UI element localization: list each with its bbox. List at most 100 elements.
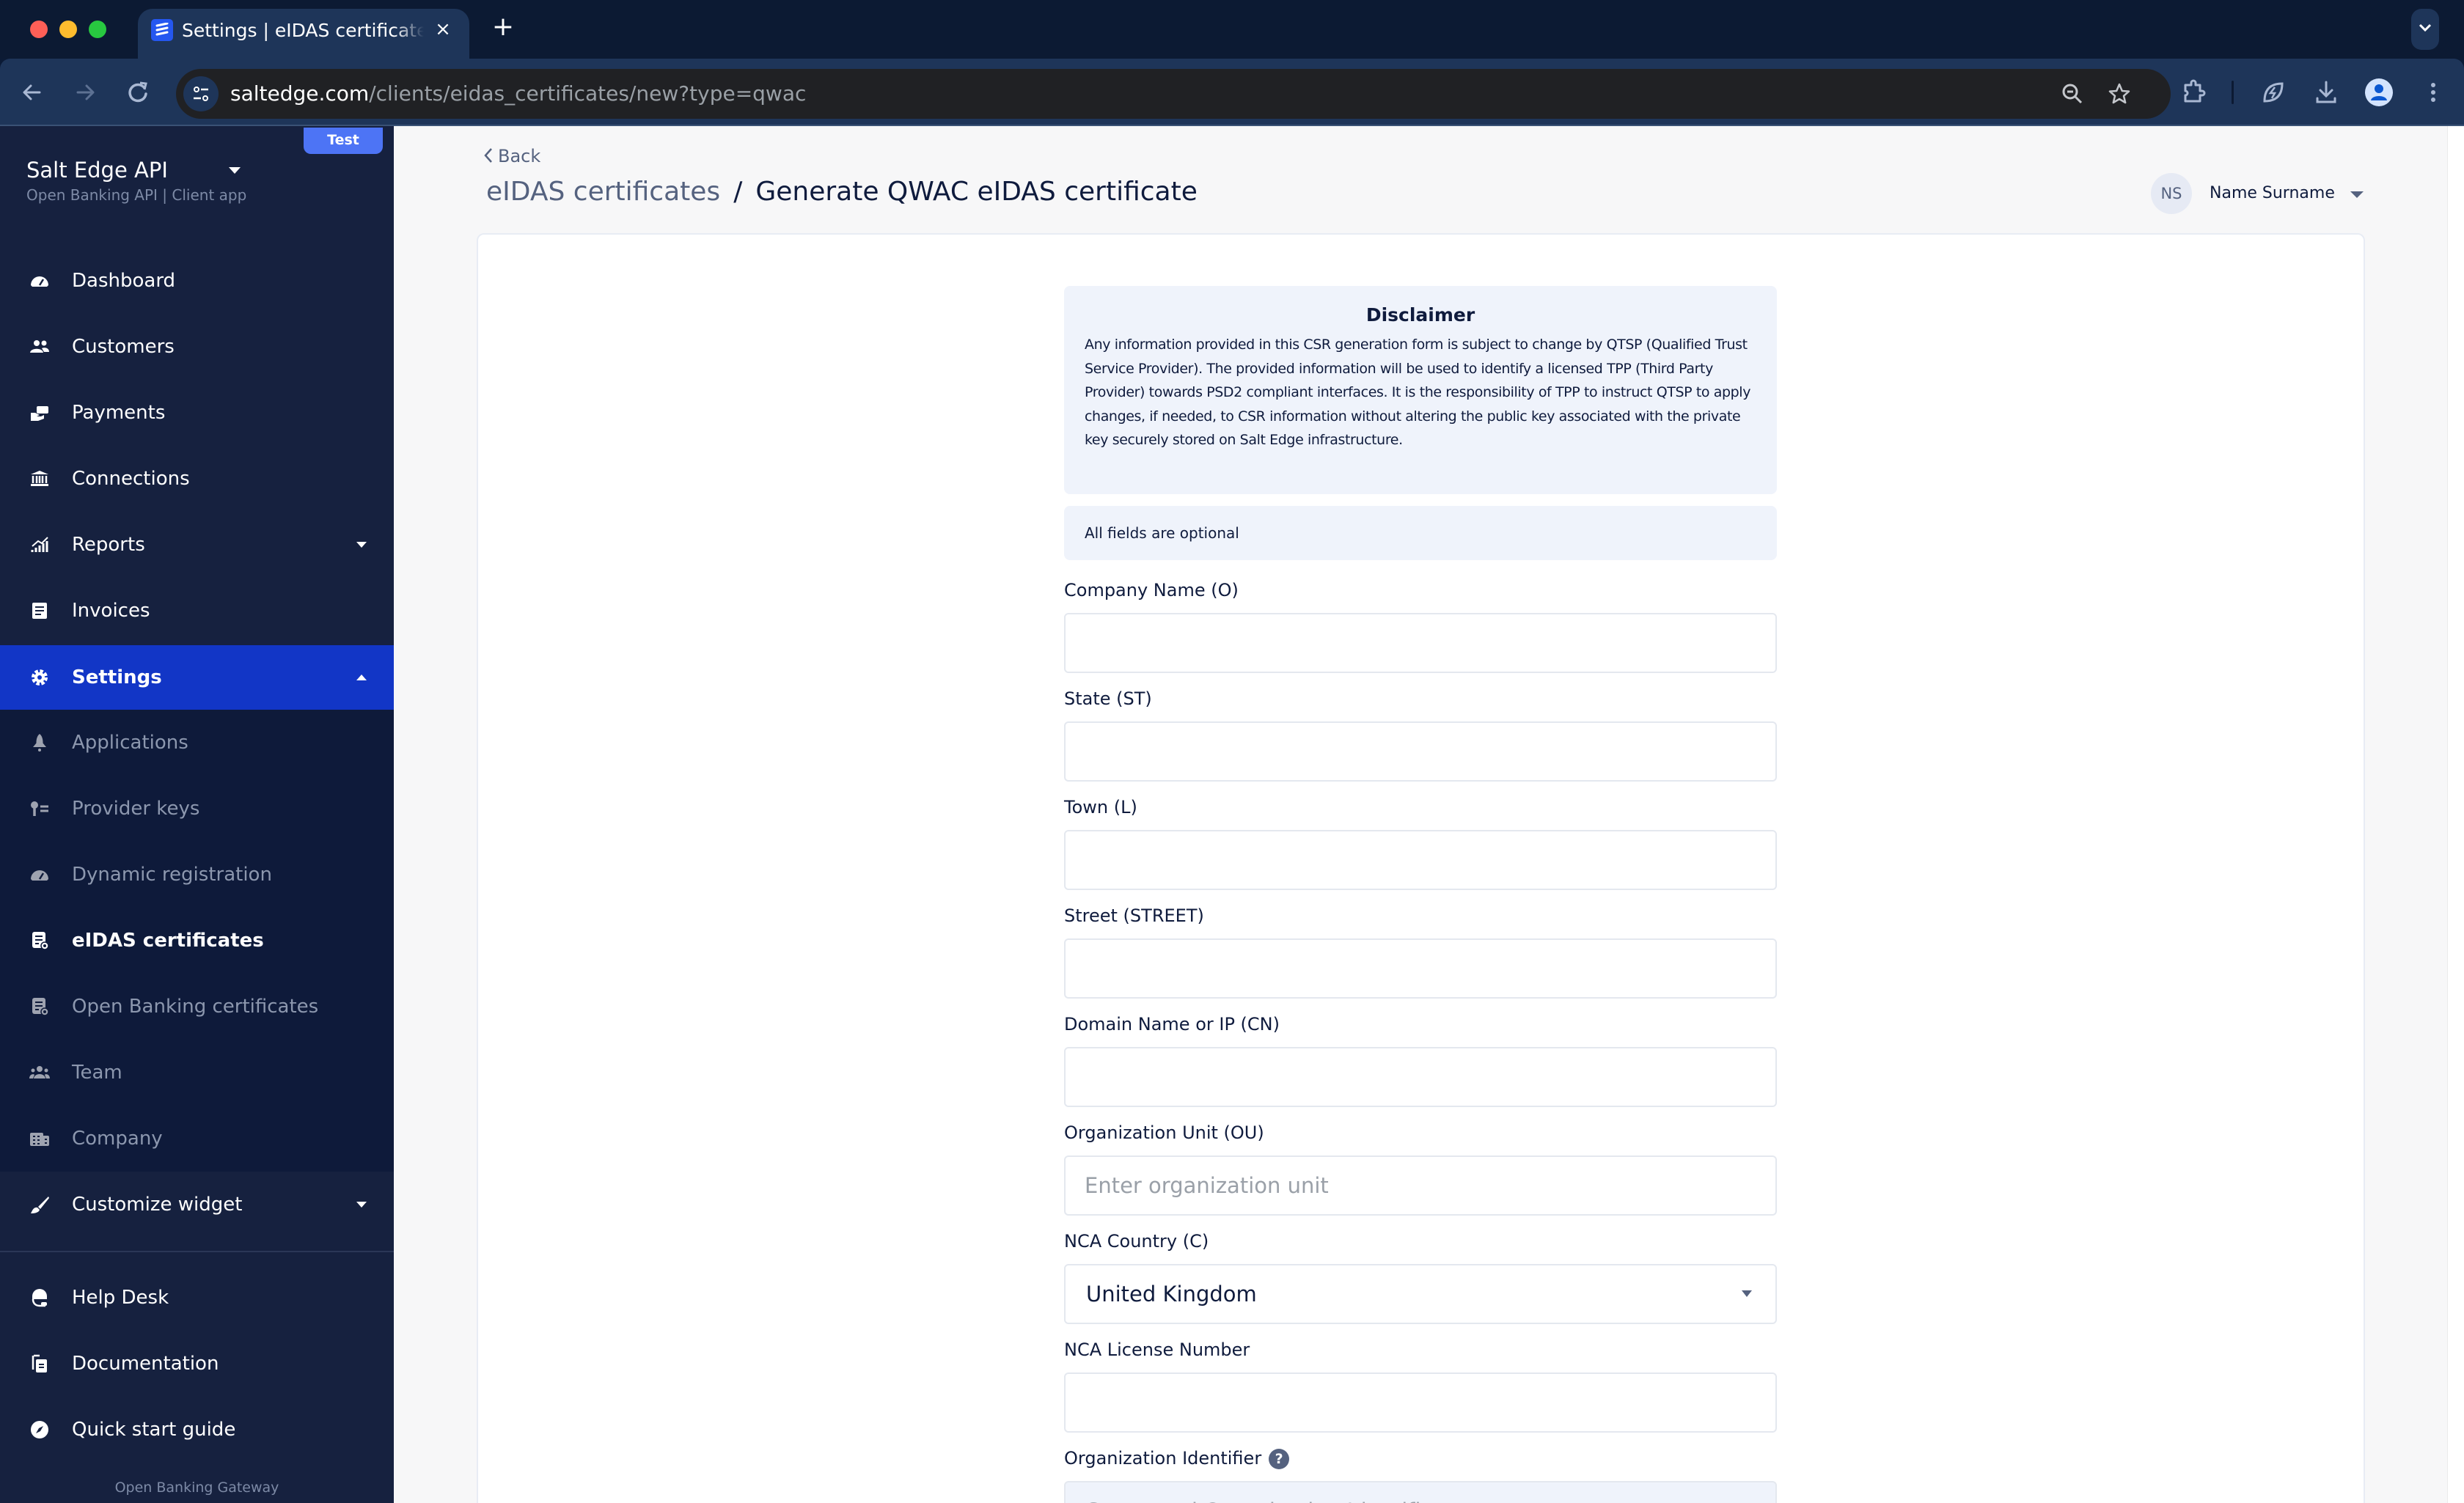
sidebar-item-documentation[interactable]: Documentation [0, 1331, 394, 1397]
nca-license-number-input[interactable] [1064, 1372, 1777, 1433]
reload-icon[interactable] [123, 78, 153, 107]
window-maximize-button[interactable] [89, 21, 106, 38]
new-tab-button[interactable]: + [490, 14, 516, 41]
breadcrumb-separator: / [733, 177, 743, 207]
chevron-left-icon [484, 148, 492, 163]
sidebar-item-label: Open Banking certificates [72, 996, 319, 1018]
certificate-icon [32, 998, 49, 1016]
environment-badge: Test [304, 128, 383, 154]
sidebar-item-settings[interactable]: Settings [0, 645, 394, 710]
caret-down-icon [356, 542, 367, 548]
sidebar: Test Salt Edge API Open Banking API | Cl… [0, 126, 394, 1503]
state-input[interactable] [1064, 721, 1777, 782]
sidebar-item-label: Team [72, 1062, 122, 1084]
page-scrollbar[interactable] [2447, 126, 2464, 1503]
organization-identifier-input [1064, 1481, 1777, 1503]
sidebar-item-customers[interactable]: Customers [0, 314, 394, 380]
gear-icon [32, 669, 48, 686]
app-subtitle: Open Banking API | Client app [26, 186, 247, 204]
field-label: Organization Unit (OU) [1064, 1122, 1264, 1143]
zoom-out-icon[interactable] [2061, 82, 2084, 106]
town-input[interactable] [1064, 830, 1777, 890]
forward-arrow-icon[interactable] [70, 78, 100, 107]
organization-unit-input[interactable] [1064, 1155, 1777, 1216]
app-switcher[interactable]: Salt Edge API Open Banking API | Client … [26, 155, 261, 214]
tab-close-button[interactable]: × [431, 18, 455, 41]
sidebar-item-connections[interactable]: Connections [0, 446, 394, 512]
field-company-name: Company Name (O) [1064, 578, 1777, 673]
sidebar-item-dynamic-registration[interactable]: Dynamic registration [0, 842, 394, 908]
breadcrumb-parent-link[interactable]: eIDAS certificates [486, 177, 720, 207]
field-label: Street (STREET) [1064, 905, 1204, 926]
tab-search-button[interactable] [2411, 9, 2439, 50]
extensions-puzzle-icon[interactable] [2179, 78, 2209, 107]
window-close-button[interactable] [30, 21, 48, 38]
url-path: /clients/eidas_certificates/new?type=qwa… [369, 81, 807, 106]
browser-toolbar: saltedge.com/clients/eidas_certificates/… [0, 59, 2464, 126]
sidebar-item-dashboard[interactable]: Dashboard [0, 248, 394, 314]
bookmark-star-icon[interactable] [2108, 82, 2131, 106]
sidebar-item-customize-widget[interactable]: Customize widget [0, 1172, 394, 1238]
user-name: Name Surname [2210, 184, 2335, 202]
help-question-icon[interactable]: ? [1269, 1449, 1290, 1469]
field-label: Organization Identifier? [1064, 1448, 1290, 1469]
url-text[interactable]: saltedge.com/clients/eidas_certificates/… [230, 81, 806, 107]
performance-leaf-icon[interactable] [2259, 78, 2288, 107]
caret-down-icon [1742, 1290, 1752, 1297]
sidebar-item-label: Customers [72, 336, 175, 358]
field-label-text: Organization Identifier [1064, 1448, 1262, 1469]
sidebar-item-payments[interactable]: Payments [0, 380, 394, 446]
back-link[interactable]: Back [483, 145, 540, 167]
documents-icon [32, 1354, 47, 1372]
sidebar-item-label: Provider keys [72, 798, 200, 820]
field-domain-name: Domain Name or IP (CN) [1064, 1012, 1777, 1107]
sidebar-item-help-desk[interactable]: Help Desk [0, 1265, 394, 1331]
sidebar-item-reports[interactable]: Reports [0, 512, 394, 578]
field-label: Domain Name or IP (CN) [1064, 1014, 1280, 1035]
caret-down-icon [356, 1202, 367, 1208]
sidebar-item-company[interactable]: Company [0, 1106, 394, 1172]
profile-avatar-icon[interactable] [2364, 78, 2394, 107]
saltedge-favicon-icon [151, 19, 173, 41]
tab-title: Settings | eIDAS certificates [182, 20, 424, 41]
rocket-icon [33, 734, 46, 752]
disclaimer-text: Any information provided in this CSR gen… [1085, 337, 1751, 448]
browser-menu-kebab-icon[interactable] [2419, 78, 2448, 107]
sidebar-item-provider-keys[interactable]: Provider keys [0, 776, 394, 842]
browser-tab-active[interactable]: Settings | eIDAS certificates × [138, 9, 469, 59]
sidebar-item-open-banking-certificates[interactable]: Open Banking certificates [0, 974, 394, 1040]
address-bar[interactable]: saltedge.com/clients/eidas_certificates/… [176, 69, 2171, 119]
download-icon[interactable] [2311, 78, 2341, 107]
company-name-input[interactable] [1064, 613, 1777, 673]
breadcrumb: eIDAS certificates / Generate QWAC eIDAS c… [486, 174, 1198, 210]
form-card: Disclaimer Any information provided in t… [477, 233, 2365, 1503]
window-minimize-button[interactable] [59, 21, 77, 38]
bank-icon [31, 471, 48, 486]
sidebar-item-applications[interactable]: Applications [0, 710, 394, 776]
site-info-button[interactable] [183, 76, 219, 111]
sidebar-item-team[interactable]: Team [0, 1040, 394, 1106]
field-label: NCA Country (C) [1064, 1231, 1209, 1252]
disclaimer-panel: Disclaimer Any information provided in t… [1064, 286, 1777, 494]
sidebar-item-label: Connections [72, 468, 190, 490]
field-organization-unit: Organization Unit (OU) [1064, 1120, 1777, 1216]
select-value: United Kingdom [1086, 1282, 1257, 1307]
settings-submenu: Applications Provider keys Dynamic regis… [0, 710, 394, 1172]
sidebar-item-quick-start-guide[interactable]: Quick start guide [0, 1397, 394, 1463]
headset-icon [32, 1289, 47, 1307]
caret-down-icon [2350, 191, 2364, 198]
back-arrow-icon[interactable] [18, 78, 47, 107]
sidebar-item-eidas-certificates[interactable]: eIDAS certificates [0, 908, 394, 974]
sidebar-item-label: eIDAS certificates [72, 930, 264, 952]
street-input[interactable] [1064, 938, 1777, 999]
payment-hand-icon [31, 406, 48, 421]
sidebar-item-invoices[interactable]: Invoices [0, 578, 394, 644]
sidebar-item-label: Payments [72, 402, 166, 424]
sidebar-footer: Open Banking Gateway [114, 1480, 279, 1496]
url-host: saltedge.com [230, 81, 370, 106]
avatar: NS [2151, 173, 2192, 214]
browser-tab-strip: Settings | eIDAS certificates × + [0, 0, 2464, 59]
nca-country-select[interactable]: United Kingdom [1064, 1264, 1777, 1324]
disclaimer-title: Disclaimer [1365, 304, 1475, 326]
domain-name-input[interactable] [1064, 1047, 1777, 1107]
